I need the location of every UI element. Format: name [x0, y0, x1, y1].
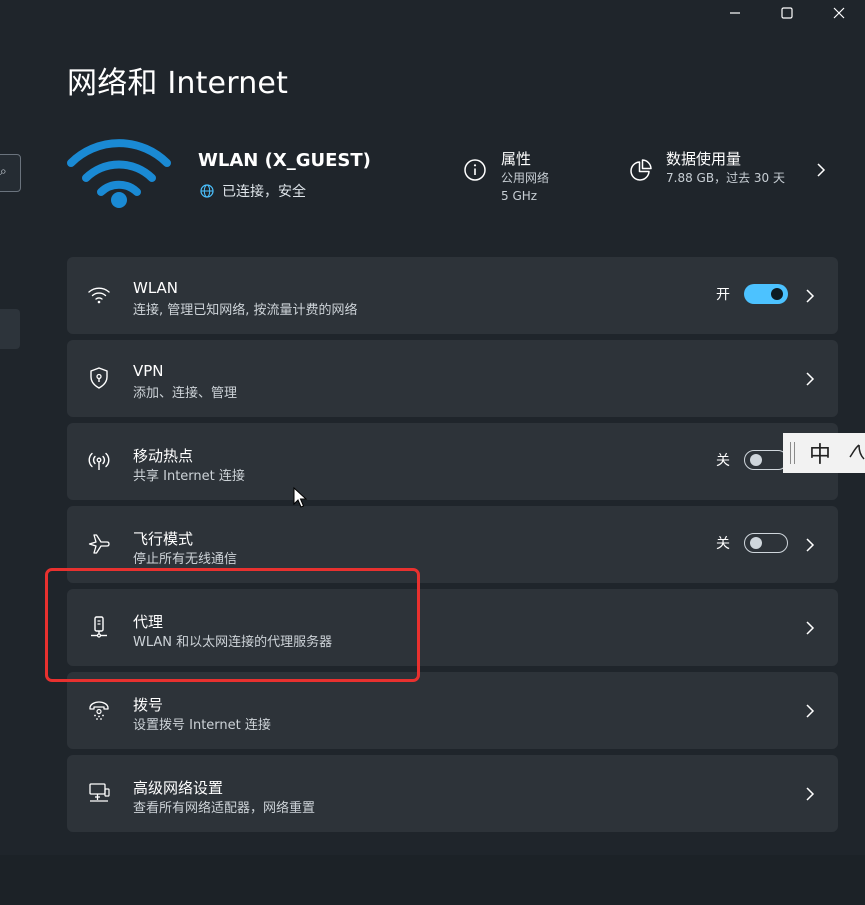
nav-search-box[interactable]: ⌕ [0, 154, 21, 192]
setting-label: 移动热点 [133, 447, 194, 465]
setting-label: 飞行模式 [133, 530, 194, 548]
setting-card-dial-up[interactable]: 拨号 设置拨号 Internet 连接 [67, 672, 838, 749]
setting-description: 共享 Internet 连接 [133, 469, 245, 484]
setting-label: WLAN [133, 279, 179, 297]
hotspot-icon [88, 452, 110, 470]
toggle-state-text: 关 [716, 453, 730, 469]
pie-chart-icon [630, 159, 652, 181]
maximize-button[interactable] [761, 0, 813, 26]
setting-card-wlan[interactable]: WLAN 连接, 管理已知网络, 按流量计费的网络 开 [67, 257, 838, 334]
chevron-right-icon [806, 704, 815, 718]
minimize-button[interactable] [709, 0, 761, 26]
toggle-knob [750, 537, 762, 549]
network-band: 5 GHz [501, 189, 538, 203]
airplane-toggle[interactable] [744, 533, 788, 553]
toggle-state-text: 关 [716, 536, 730, 552]
computer-network-icon [89, 783, 110, 802]
moon-icon[interactable] [847, 443, 865, 463]
setting-description: 连接, 管理已知网络, 按流量计费的网络 [133, 303, 358, 318]
hotspot-toggle-group: 关 [716, 450, 788, 470]
close-button[interactable] [813, 0, 865, 26]
chevron-right-icon [806, 621, 815, 635]
setting-label: 高级网络设置 [133, 779, 224, 797]
globe-icon [200, 184, 214, 198]
dialup-icon [89, 701, 109, 720]
setting-description: 查看所有网络适配器，网络重置 [133, 801, 316, 816]
chevron-right-icon [806, 538, 815, 552]
ime-grip[interactable] [790, 442, 795, 464]
chevron-right-icon [806, 289, 815, 303]
airplane-toggle-group: 关 [716, 533, 788, 553]
properties-title: 属性 [501, 150, 532, 168]
setting-description: 设置拨号 Internet 连接 [133, 718, 271, 733]
setting-card-advanced-network[interactable]: 高级网络设置 查看所有网络适配器，网络重置 [67, 755, 838, 832]
connection-status-row: 已连接，安全 [200, 181, 306, 201]
toggle-state-text: 开 [716, 287, 730, 303]
settings-list: WLAN 连接, 管理已知网络, 按流量计费的网络 开 VPN 添加、连接、管理… [67, 257, 838, 838]
info-icon [464, 159, 486, 181]
chevron-right-icon [806, 787, 815, 801]
airplane-icon [88, 534, 110, 554]
data-usage-detail: 7.88 GB，过去 30 天 [666, 171, 785, 185]
chevron-right-icon[interactable] [815, 162, 827, 178]
page-title: 网络和 Internet [67, 66, 289, 101]
setting-label: 拨号 [133, 696, 164, 714]
connection-name: WLAN (X_GUEST) [198, 150, 371, 171]
shield-icon [90, 367, 108, 389]
setting-description: 停止所有无线通信 [133, 552, 238, 567]
window-controls [709, 0, 865, 26]
highlight-annotation-box [45, 568, 420, 682]
maximize-icon [781, 7, 793, 19]
nav-selected-item[interactable] [0, 309, 20, 349]
search-icon: ⌕ [0, 164, 7, 178]
data-usage-link[interactable]: 数据使用量 7.88 GB，过去 30 天 [628, 148, 785, 187]
close-icon [833, 7, 845, 19]
chevron-right-icon [806, 372, 815, 386]
ime-mode-indicator[interactable]: 中 [809, 437, 831, 469]
wifi-icon [67, 139, 171, 208]
toggle-knob [750, 454, 762, 466]
setting-description: 添加、连接、管理 [133, 386, 238, 401]
network-type: 公用网络 [501, 171, 550, 185]
setting-card-mobile-hotspot[interactable]: 移动热点 共享 Internet 连接 关 [67, 423, 838, 500]
wlan-toggle[interactable] [744, 284, 788, 304]
data-usage-title: 数据使用量 [666, 150, 742, 168]
toggle-knob [771, 288, 783, 300]
setting-label: VPN [133, 362, 164, 380]
minimize-icon [730, 12, 740, 14]
setting-card-vpn[interactable]: VPN 添加、连接、管理 [67, 340, 838, 417]
properties-link[interactable]: 属性 公用网络 5 GHz [462, 148, 549, 205]
mouse-cursor-icon [293, 487, 307, 508]
bottom-strip [0, 855, 865, 905]
wifi-icon [88, 287, 110, 304]
hotspot-toggle[interactable] [744, 450, 788, 470]
connection-status: 已连接，安全 [222, 184, 306, 200]
wlan-toggle-group: 开 [716, 284, 788, 304]
